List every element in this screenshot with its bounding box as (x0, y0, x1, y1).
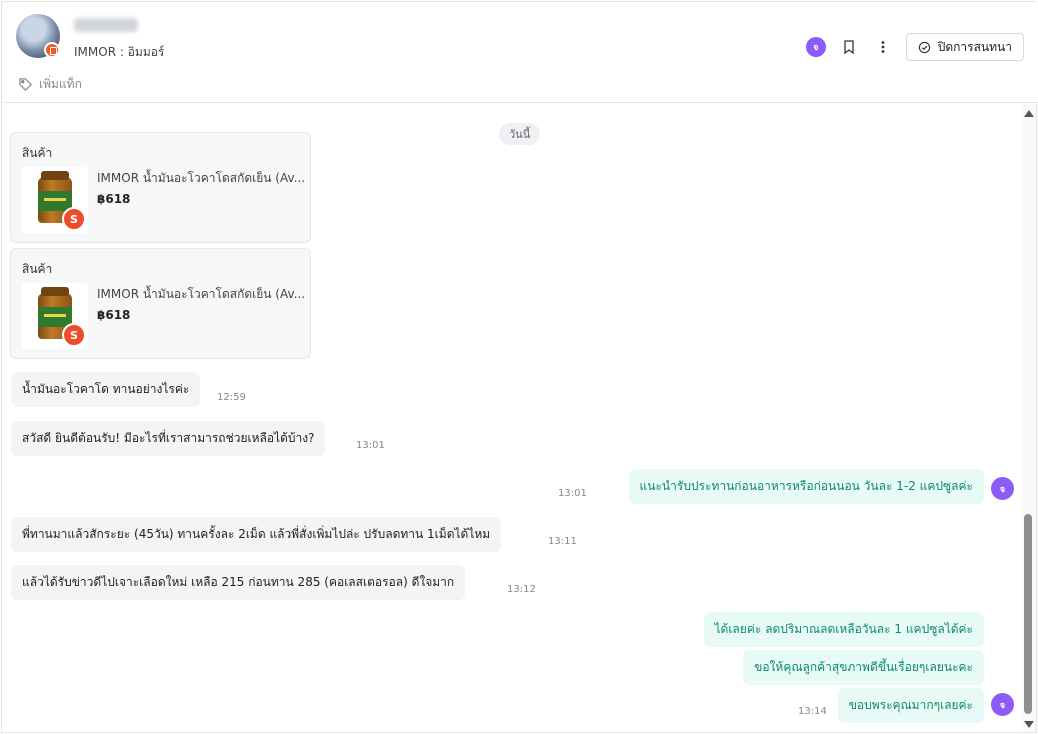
agent-avatar: จ (991, 693, 1014, 716)
more-vertical-icon (881, 41, 885, 53)
date-separator: วันนี้ (499, 123, 541, 145)
add-tag-label: เพิ่มแท็ก (39, 77, 82, 91)
message-scrollbar[interactable] (1022, 104, 1036, 732)
message-time: 12:59 (217, 392, 246, 403)
outgoing-message: แนะนำรับประทานก่อนอาหารหรือก่อนนอน วันละ… (628, 469, 984, 504)
more-options-button[interactable] (872, 36, 894, 58)
product-price: ฿618 (97, 192, 131, 206)
product-card-title: สินค้า (22, 262, 53, 276)
incoming-message: แล้วได้รับข่าวดีไปเจาะเลือดใหม่ เหลือ 21… (11, 565, 466, 600)
agent-avatar[interactable]: จ (805, 37, 826, 57)
chat-window: IMMOR : อิมมอร์ เพิ่มแท็ก จ ปิดการสนทนา … (1, 1, 1038, 733)
product-card-title: สินค้า (22, 146, 53, 160)
product-image: S (22, 167, 88, 233)
message-time: 13:11 (548, 536, 577, 547)
product-card[interactable]: สินค้า S IMMOR น้ำมันอะโวคาโดสกัดเย็น (A… (10, 248, 311, 359)
product-card[interactable]: สินค้า S IMMOR น้ำมันอะโวคาโดสกัดเย็น (A… (10, 132, 311, 243)
bookmark-icon (844, 40, 854, 55)
shopee-bag-icon (44, 42, 60, 58)
message-time: 13:01 (356, 440, 385, 451)
shop-name: IMMOR : อิมมอร์ (74, 45, 165, 59)
incoming-message: สวัสดี ยินดีต้อนรับ! มีอะไรที่เราสามารถช… (11, 421, 326, 456)
incoming-message: พี่ทานมาแล้วสักระยะ (45วัน) ทานครั้งละ 2… (11, 517, 502, 552)
message-time: 13:01 (558, 488, 587, 499)
outgoing-message: ได้เลยค่ะ ลดปริมาณลดเหลือวันละ 1 แคปซูลไ… (703, 612, 984, 647)
chat-header: IMMOR : อิมมอร์ เพิ่มแท็ก จ ปิดการสนทนา (2, 2, 1038, 103)
shopee-bag-icon: S (62, 207, 86, 231)
outgoing-message: ขอให้คุณลูกค้าสุขภาพดีขึ้นเรื่อยๆเลยนะคะ (743, 650, 984, 685)
product-price: ฿618 (97, 308, 131, 322)
scroll-down-arrow-icon[interactable] (1024, 721, 1034, 728)
header-actions: จ ปิดการสนทนา (805, 33, 1024, 61)
product-name: IMMOR น้ำมันอะโวคาโดสกัดเย็น (Av... (97, 287, 306, 301)
customer-name-redacted (74, 18, 138, 32)
shopee-bag-icon: S (62, 323, 86, 347)
scroll-up-arrow-icon[interactable] (1024, 110, 1034, 117)
scroll-thumb[interactable] (1024, 514, 1032, 714)
tag-icon (19, 78, 32, 91)
message-time: 13:14 (798, 706, 827, 717)
incoming-message: น้ำมันอะโวคาโด ทานอย่างไรค่ะ (11, 372, 201, 407)
agent-avatar: จ (991, 477, 1014, 500)
message-list[interactable]: วันนี้ สินค้า S IMMOR น้ำมันอะโวคาโดสกัด… (2, 104, 1022, 732)
close-chat-button[interactable]: ปิดการสนทนา (905, 33, 1024, 61)
outgoing-message: ขอบพระคุณมากๆเลยค่ะ (837, 688, 984, 723)
product-image: S (22, 283, 88, 349)
message-time: 13:12 (507, 584, 536, 595)
product-name: IMMOR น้ำมันอะโวคาโดสกัดเย็น (Av... (97, 171, 306, 185)
add-tag-button[interactable]: เพิ่มแท็ก (18, 75, 82, 94)
close-chat-label: ปิดการสนทนา (937, 39, 1012, 54)
check-circle-icon (918, 41, 930, 53)
bookmark-button[interactable] (838, 36, 860, 58)
